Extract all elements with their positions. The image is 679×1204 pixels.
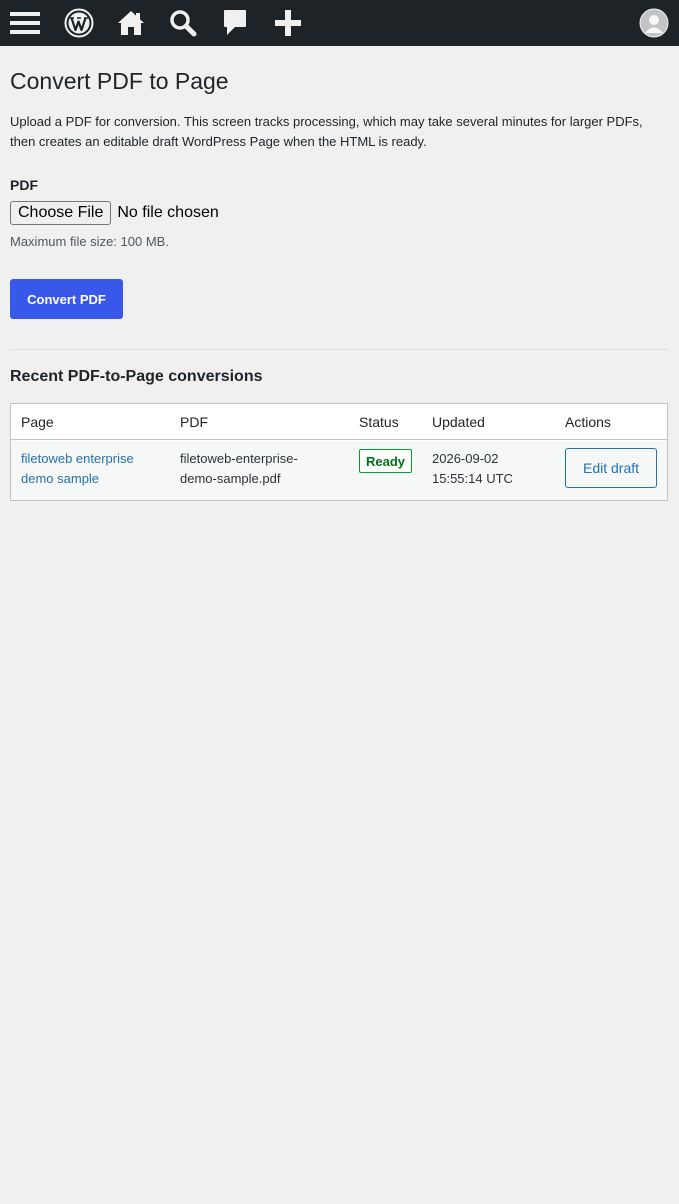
page-title-line: filetoweb enterprise — [21, 451, 134, 466]
menu-toggle[interactable] — [0, 0, 50, 46]
new-content-icon — [274, 9, 302, 37]
column-header-updated: Updated — [432, 414, 485, 430]
admin-bar — [0, 0, 679, 46]
home-icon — [117, 10, 145, 36]
conversions-table: Page PDF Status Updated Actions filetowe… — [10, 403, 668, 501]
convert-pdf-button[interactable]: Convert PDF — [10, 279, 123, 319]
search-icon — [169, 9, 197, 37]
section-divider — [10, 349, 668, 350]
site-home-link[interactable] — [108, 0, 154, 46]
comments-link[interactable] — [212, 0, 258, 46]
no-file-chosen-text: No file chosen — [117, 204, 219, 221]
page-title-link[interactable]: filetoweb enterprise demo sample — [21, 449, 134, 489]
account-menu[interactable] — [636, 0, 672, 46]
new-content-link[interactable] — [265, 0, 311, 46]
intro-text: Upload a PDF for conversion. This screen… — [10, 114, 643, 149]
pdf-filename: filetoweb-enterprise- demo-sample.pdf — [180, 449, 298, 489]
updated-date: 2026-09-02 — [432, 451, 499, 466]
table-header: Page PDF Status Updated Actions — [11, 404, 667, 440]
table-row: filetoweb enterprise demo sample filetow… — [11, 441, 667, 500]
edit-draft-button[interactable]: Edit draft — [565, 448, 657, 488]
comments-icon — [223, 9, 247, 37]
updated-time: 15:55:14 UTC — [432, 471, 513, 486]
pdf-file-input[interactable]: Choose File No file chosen — [10, 201, 219, 225]
page-title: Convert PDF to Page — [10, 68, 229, 94]
wordpress-logo-icon — [64, 8, 94, 38]
column-header-status: Status — [359, 414, 399, 430]
choose-file-button[interactable]: Choose File — [10, 201, 112, 225]
page-title-line: demo sample — [21, 471, 100, 486]
avatar-icon — [639, 8, 669, 38]
pdf-field-label: PDF — [10, 177, 38, 193]
column-header-actions: Actions — [565, 414, 611, 430]
updated-timestamp: 2026-09-02 15:55:14 UTC — [432, 449, 513, 489]
pdf-filename-line: demo-sample.pdf — [180, 471, 281, 486]
column-header-pdf: PDF — [180, 414, 208, 430]
pdf-filename-line: filetoweb-enterprise- — [180, 451, 298, 466]
recent-conversions-heading: Recent PDF-to-Page conversions — [10, 368, 263, 385]
status-badge: Ready — [359, 449, 413, 473]
wordpress-menu[interactable] — [56, 0, 102, 46]
menu-icon — [10, 10, 40, 36]
max-file-size-hint: Maximum file size: 100 MB. — [10, 234, 169, 249]
search-link[interactable] — [160, 0, 206, 46]
column-header-page: Page — [21, 414, 54, 430]
